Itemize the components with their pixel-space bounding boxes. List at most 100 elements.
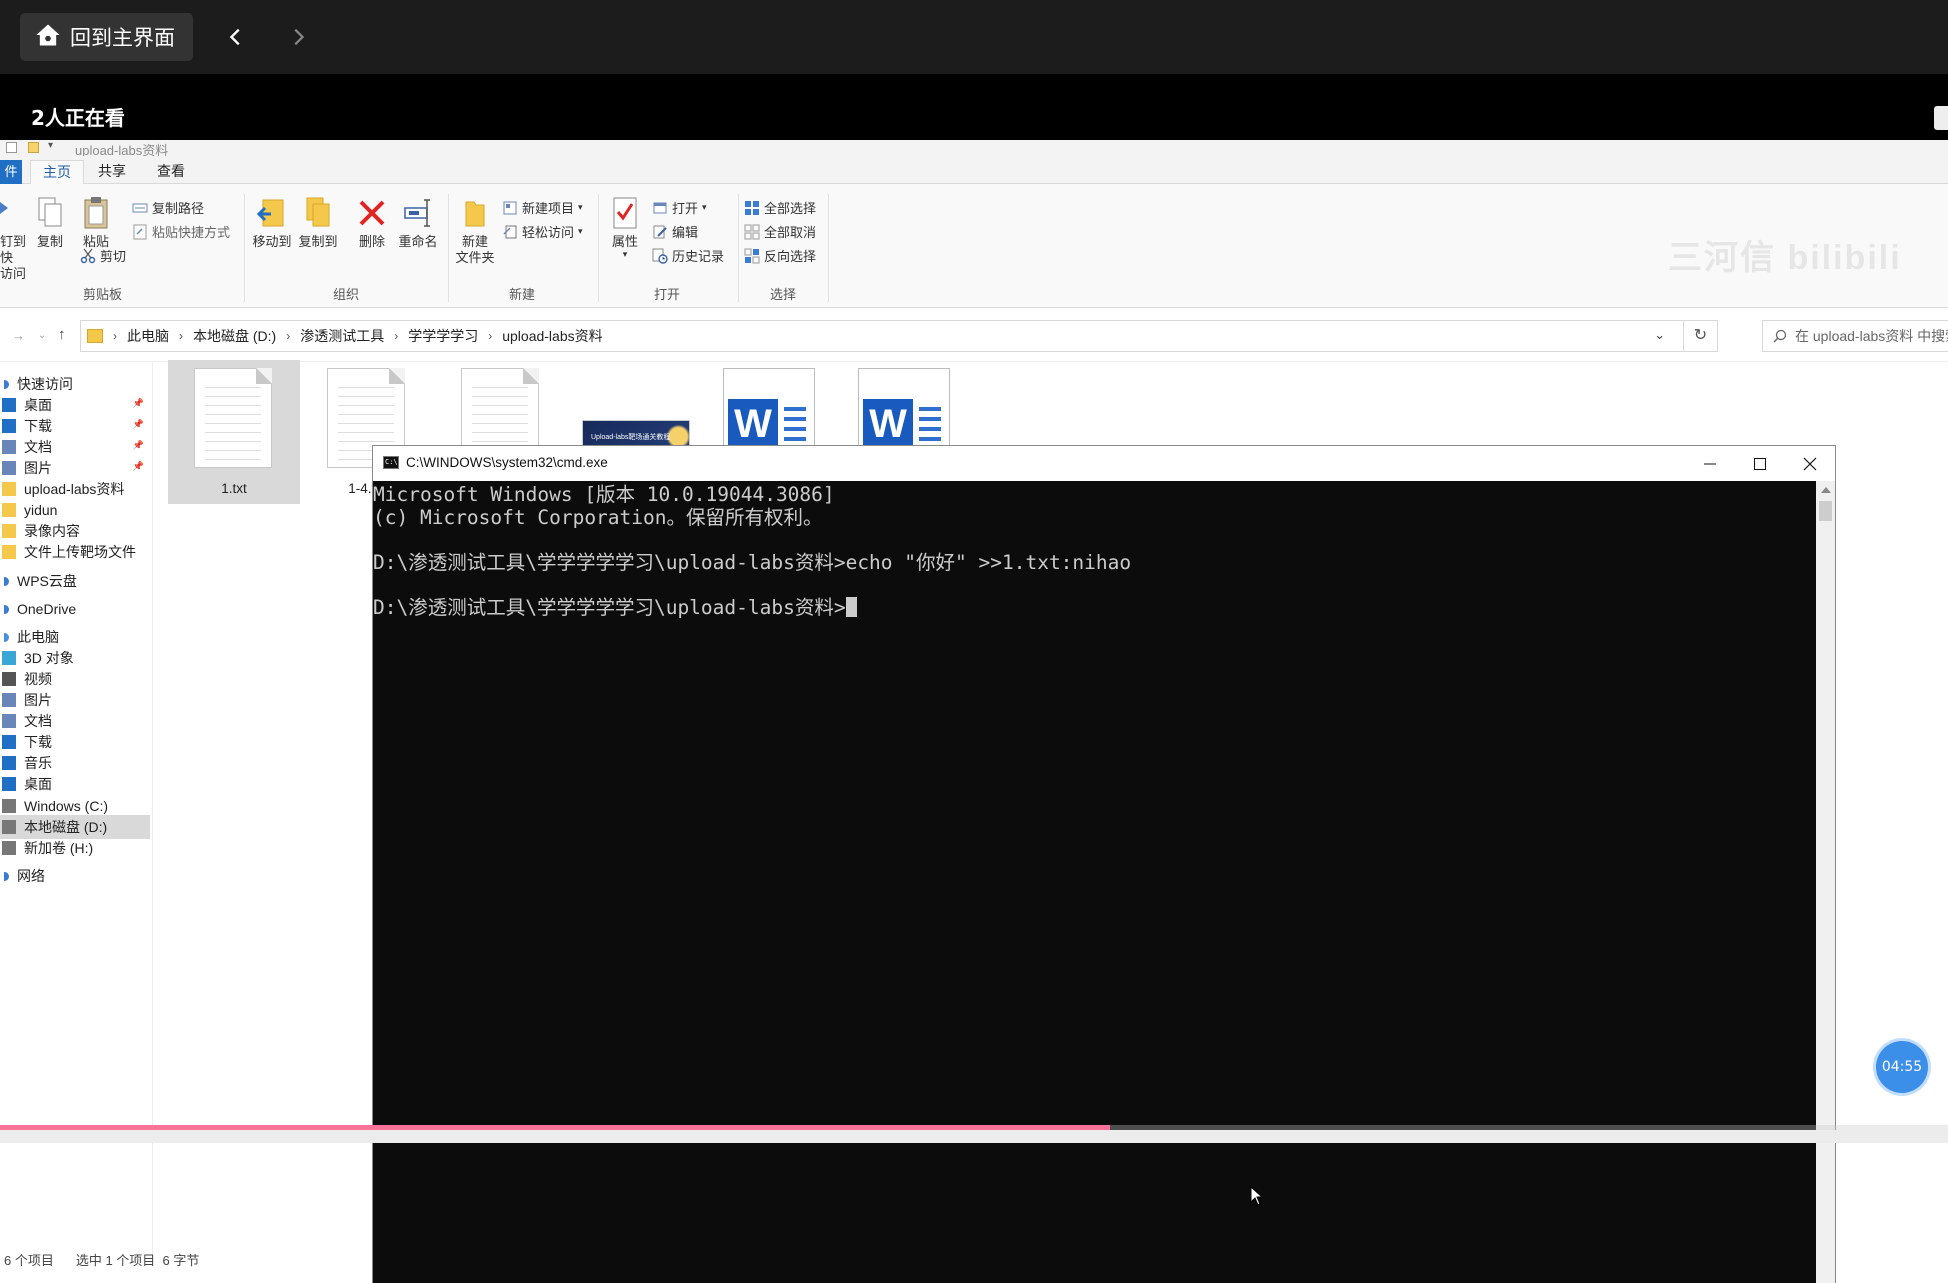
taskbar-strip xyxy=(0,1130,1948,1143)
cut-button[interactable]: 剪切 xyxy=(80,246,126,265)
clipboard-group-label: 剪贴板 xyxy=(83,287,123,302)
refresh-icon[interactable]: ↻ xyxy=(1683,321,1717,351)
minimize-button[interactable] xyxy=(1685,446,1735,481)
delete-button[interactable]: 删除 xyxy=(352,196,392,250)
copy-button[interactable]: 复制 xyxy=(32,196,68,250)
copy-path-button[interactable]: 复制路径 xyxy=(132,198,204,217)
organize-group-label: 组织 xyxy=(333,287,360,302)
edit-button[interactable]: 编辑 xyxy=(652,222,698,241)
sidebar-item-label: 下载 xyxy=(24,734,52,750)
address-dropdown-icon[interactable]: ⌄ xyxy=(1654,327,1665,343)
history-button[interactable]: 历史记录 xyxy=(652,246,724,265)
quick-access-dropdown-icon[interactable]: ▾ xyxy=(48,140,53,151)
breadcrumb-separator: › xyxy=(179,329,183,343)
danmaku-toggle-icon[interactable] xyxy=(1934,106,1948,130)
sidebar-item[interactable]: OneDrive xyxy=(0,597,150,621)
console-scrollbar[interactable] xyxy=(1816,481,1835,1283)
pin-icon[interactable]: 📌 xyxy=(133,398,144,409)
sidebar-item[interactable]: 文件上传靶场文件 xyxy=(0,540,150,564)
pin-icon[interactable]: 📌 xyxy=(133,419,144,430)
pictures-icon xyxy=(2,693,16,707)
open-button[interactable]: 打开 ▾ xyxy=(652,198,707,217)
copy-icon xyxy=(35,196,65,230)
recent-dropdown-icon[interactable]: ⌄ xyxy=(38,330,46,341)
search-input[interactable]: 在 upload-labs资料 中搜索 xyxy=(1762,320,1948,352)
sidebar-item-label: 新加卷 (H:) xyxy=(24,840,94,856)
breadcrumb-this-pc[interactable]: 此电脑 xyxy=(127,326,169,346)
up-arrow-icon[interactable]: ↑ xyxy=(58,326,66,343)
select-all-button[interactable]: 全部选择 xyxy=(744,198,816,217)
breadcrumb-pentest-tools[interactable]: 渗透测试工具 xyxy=(300,326,384,346)
move-to-button[interactable]: 移动到 xyxy=(250,196,294,250)
sidebar-item[interactable]: 桌面 xyxy=(0,772,150,796)
invert-selection-button[interactable]: 反向选择 xyxy=(744,246,816,265)
back-arrow-icon[interactable] xyxy=(218,18,254,56)
file-item[interactable]: 1.txt xyxy=(168,360,300,504)
documents-icon xyxy=(2,714,16,728)
sidebar-item-label: 图片 xyxy=(24,460,52,476)
breadcrumb-drive-d[interactable]: 本地磁盘 (D:) xyxy=(193,326,276,346)
pin-quick-access-button[interactable]: 钉到快 访问 xyxy=(0,196,26,282)
easy-access-button[interactable]: 轻松访问 ▾ xyxy=(502,222,583,241)
item-count: 6 个项目 xyxy=(4,1252,54,1268)
breadcrumb-upload-labs[interactable]: upload-labs资料 xyxy=(502,326,602,346)
tab-view[interactable]: 查看 xyxy=(145,160,197,184)
watching-bar: 2人正在看 xyxy=(0,74,1948,140)
console-output[interactable]: Microsoft Windows [版本 10.0.19044.3086] (c… xyxy=(373,481,1817,1283)
properties-button[interactable]: 属性 ▾ xyxy=(604,196,646,259)
ribbon-separator xyxy=(598,194,599,302)
new-folder-label-1: 新建 xyxy=(461,234,488,249)
paste-shortcut-button[interactable]: 粘贴快捷方式 xyxy=(132,222,230,241)
console-line-text: D:\渗透测试工具\学学学学学习\upload-labs资料> xyxy=(373,596,846,619)
pin-icon[interactable]: 📌 xyxy=(133,461,144,472)
sidebar-item-label: 音乐 xyxy=(24,755,52,771)
copy-to-label: 复制到 xyxy=(298,234,338,249)
quick-access-checkbox-icon[interactable] xyxy=(6,142,17,153)
scissors-icon xyxy=(80,248,96,263)
forward-arrow-icon[interactable] xyxy=(280,18,316,56)
select-none-label: 全部取消 xyxy=(764,225,817,240)
copy-to-button[interactable]: 复制到 xyxy=(296,196,340,250)
cmd-titlebar[interactable]: C:\ C:\WINDOWS\system32\cmd.exe xyxy=(373,446,1835,481)
new-item-button[interactable]: 新建项目 ▾ xyxy=(502,198,583,217)
address-bar[interactable]: › 此电脑 › 本地磁盘 (D:) › 渗透测试工具 › 学学学学习 › upl… xyxy=(80,320,1718,352)
rename-button[interactable]: 重命名 xyxy=(396,196,440,250)
folder-icon xyxy=(2,524,16,538)
paste-shortcut-icon xyxy=(133,224,147,239)
sidebar-item-label: upload-labs资料 xyxy=(24,481,125,497)
ribbon-separator xyxy=(738,194,739,302)
home-label: 回到主界面 xyxy=(70,26,175,50)
bilibili-watermark: 三河信 bilibili xyxy=(1668,239,1902,277)
breadcrumb-separator: › xyxy=(286,329,291,343)
sidebar-item-label: 文档 xyxy=(24,713,52,729)
address-row: → ⌄ ↑ › 此电脑 › 本地磁盘 (D:) › 渗透测试工具 › 学学学学习… xyxy=(0,308,1948,362)
documents-icon xyxy=(2,440,16,454)
scroll-up-icon[interactable] xyxy=(1821,487,1831,493)
tab-file[interactable]: 件 xyxy=(0,160,22,184)
tab-share[interactable]: 共享 xyxy=(86,160,138,184)
select-none-button[interactable]: 全部取消 xyxy=(744,222,816,241)
computer-icon xyxy=(4,632,9,642)
sidebar-item-label: 图片 xyxy=(24,692,52,708)
pin-icon[interactable]: 📌 xyxy=(133,440,144,451)
maximize-button[interactable] xyxy=(1735,446,1785,481)
history-label: 历史记录 xyxy=(672,249,725,264)
close-button[interactable] xyxy=(1785,446,1835,481)
sidebar-item[interactable]: 新加卷 (H:) xyxy=(0,836,150,860)
folder-icon xyxy=(2,545,16,559)
breadcrumb-separator: › xyxy=(394,329,399,343)
sidebar-item[interactable]: WPS云盘 xyxy=(0,569,150,593)
tab-home[interactable]: 主页 xyxy=(30,160,84,184)
text-file-icon xyxy=(194,368,274,468)
home-button[interactable]: 回到主界面 xyxy=(20,13,193,61)
copy-path-label: 复制路径 xyxy=(152,201,205,216)
breadcrumb-study[interactable]: 学学学学习 xyxy=(408,326,478,346)
sidebar-item[interactable]: 网络 xyxy=(0,864,150,888)
time-badge[interactable]: 04:55 xyxy=(1876,1041,1928,1093)
history-clock-icon xyxy=(652,248,668,264)
scroll-thumb[interactable] xyxy=(1819,501,1832,521)
mouse-pointer-icon xyxy=(1250,1186,1264,1206)
back-nav-icon[interactable]: → xyxy=(12,328,25,343)
paste-button[interactable]: 粘贴 xyxy=(78,196,114,250)
new-folder-button[interactable]: 新建 文件夹 xyxy=(454,196,496,266)
